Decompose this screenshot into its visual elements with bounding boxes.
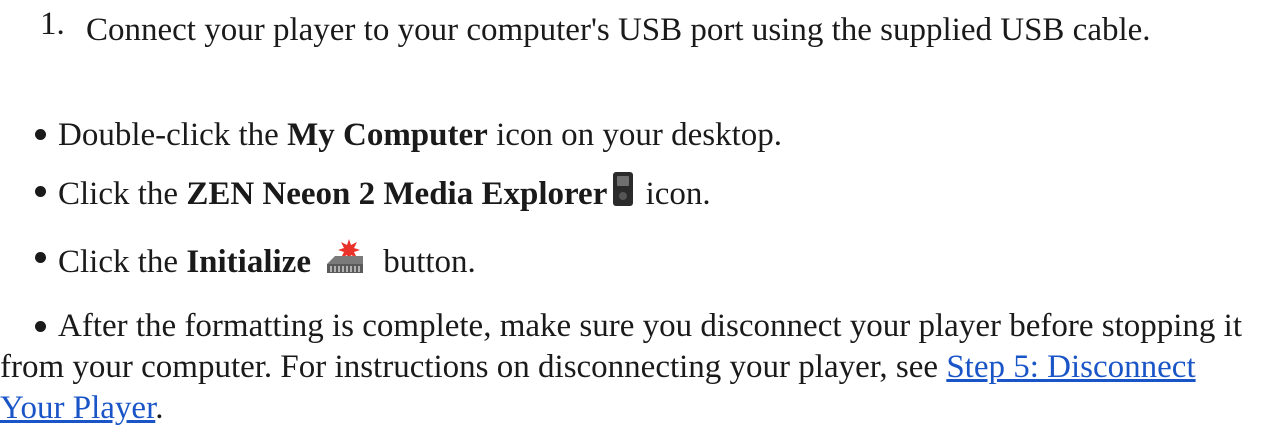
bullet-icon (35, 321, 46, 332)
bullet-icon (35, 129, 46, 140)
bullet-text-pre: Click the (58, 244, 187, 280)
bullet-text-post: icon on your desktop. (487, 117, 783, 153)
bullet-text-post: icon. (637, 176, 711, 212)
bullet-text-pre: Double-click the (58, 117, 288, 153)
bullet-text-bold: Initialize (186, 244, 311, 280)
bullet-text-bold: ZEN Neeon 2 Media Explorer (186, 176, 608, 212)
help-page: 1. Connect your player to your computer'… (0, 0, 1261, 436)
paragraph-end: . (155, 390, 164, 426)
bullet-text-pre: Click the (58, 176, 187, 212)
step-number: 1. (40, 6, 65, 42)
initialize-icon (326, 239, 363, 273)
step-text: Connect your player to your computer's U… (86, 12, 1151, 48)
bullet-item-after-formatting: After the formatting is complete, make s… (0, 306, 1250, 429)
bullet-icon (35, 186, 46, 197)
bullet-text-post: button. (374, 244, 476, 280)
bullet-text-bold: My Computer (287, 117, 488, 153)
bullet-icon (35, 252, 46, 263)
media-player-icon (613, 172, 634, 206)
